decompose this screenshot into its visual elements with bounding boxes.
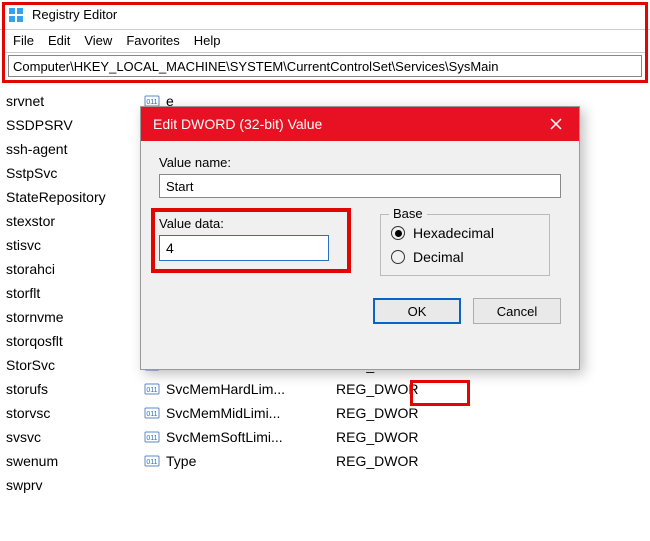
tree-item[interactable]: storvsc <box>6 401 134 425</box>
svg-text:011: 011 <box>146 459 157 466</box>
value-name: SvcMemSoftLimi... <box>166 429 336 445</box>
value-name-input <box>159 174 561 198</box>
value-data-highlight: Value data: <box>151 208 351 273</box>
menubar: File Edit View Favorites Help <box>5 29 645 53</box>
tree-item[interactable]: stisvc <box>6 233 134 257</box>
tree-item[interactable]: storahci <box>6 257 134 281</box>
dword-icon: 011 <box>144 405 160 421</box>
close-icon[interactable] <box>545 113 567 135</box>
tree-item[interactable]: swenum <box>6 449 134 473</box>
base-legend: Base <box>389 206 427 221</box>
menu-edit[interactable]: Edit <box>48 33 70 48</box>
radio-dec-label: Decimal <box>413 249 464 265</box>
dialog-title: Edit DWORD (32-bit) Value <box>153 116 322 132</box>
svg-text:011: 011 <box>146 411 157 418</box>
value-type: REG_DWOR <box>336 381 418 397</box>
address-bar[interactable] <box>8 55 642 77</box>
edit-dword-dialog: Edit DWORD (32-bit) Value Value name: Va… <box>140 106 580 370</box>
tree-item[interactable]: StorSvc <box>6 353 134 377</box>
cancel-button[interactable]: Cancel <box>473 298 561 324</box>
tree-item[interactable]: stornvme <box>6 305 134 329</box>
menu-help[interactable]: Help <box>194 33 221 48</box>
radio-hex-label: Hexadecimal <box>413 225 494 241</box>
value-data-input[interactable] <box>159 235 329 261</box>
dialog-buttons: OK Cancel <box>159 298 561 324</box>
window-title: Registry Editor <box>32 7 117 22</box>
svg-text:011: 011 <box>146 435 157 442</box>
tree-item[interactable]: srvnet <box>6 89 134 113</box>
regedit-icon <box>8 7 24 23</box>
tree-item[interactable]: storufs <box>6 377 134 401</box>
menu-file[interactable]: File <box>13 33 34 48</box>
tree-item[interactable]: storflt <box>6 281 134 305</box>
tree-item[interactable]: swprv <box>6 473 134 497</box>
list-item[interactable]: 011 SvcMemMidLimi...REG_DWOR <box>140 401 650 425</box>
value-name: Type <box>166 453 336 469</box>
dialog-titlebar: Edit DWORD (32-bit) Value <box>141 107 579 141</box>
svg-text:011: 011 <box>146 387 157 394</box>
dword-icon: 011 <box>144 381 160 397</box>
list-item[interactable]: 011 SvcMemSoftLimi...REG_DWOR <box>140 425 650 449</box>
value-data-label: Value data: <box>159 216 341 231</box>
menu-view[interactable]: View <box>84 33 112 48</box>
tree-panel[interactable]: srvnetSSDPSRVssh-agentSstpSvcStateReposi… <box>0 85 140 540</box>
svg-text:011: 011 <box>146 99 157 106</box>
tree-item[interactable]: storqosflt <box>6 329 134 353</box>
ok-button[interactable]: OK <box>373 298 461 324</box>
list-item[interactable]: 011 TypeREG_DWOR <box>140 449 650 473</box>
menu-favorites[interactable]: Favorites <box>126 33 179 48</box>
value-type: REG_DWOR <box>336 429 418 445</box>
value-type: REG_DWOR <box>336 405 418 421</box>
value-name-label: Value name: <box>159 155 561 170</box>
tree-item[interactable]: SSDPSRV <box>6 113 134 137</box>
radio-dot-icon <box>391 226 405 240</box>
radio-hexadecimal[interactable]: Hexadecimal <box>391 225 539 241</box>
value-type: REG_DWOR <box>336 453 418 469</box>
tree-item[interactable]: StateRepository <box>6 185 134 209</box>
value-name: SvcMemMidLimi... <box>166 405 336 421</box>
tree-item[interactable]: stexstor <box>6 209 134 233</box>
radio-decimal[interactable]: Decimal <box>391 249 539 265</box>
base-group: Base Hexadecimal Decimal <box>380 214 550 276</box>
dword-icon: 011 <box>144 453 160 469</box>
list-item[interactable]: 011 SvcMemHardLim...REG_DWOR <box>140 377 650 401</box>
radio-dot-icon <box>391 250 405 264</box>
value-name: SvcMemHardLim... <box>166 381 336 397</box>
tree-item[interactable]: svsvc <box>6 425 134 449</box>
tree-item[interactable]: ssh-agent <box>6 137 134 161</box>
tree-item[interactable]: SstpSvc <box>6 161 134 185</box>
dialog-body: Value name: Value data: Base Hexadecimal <box>141 141 579 338</box>
dword-icon: 011 <box>144 429 160 445</box>
